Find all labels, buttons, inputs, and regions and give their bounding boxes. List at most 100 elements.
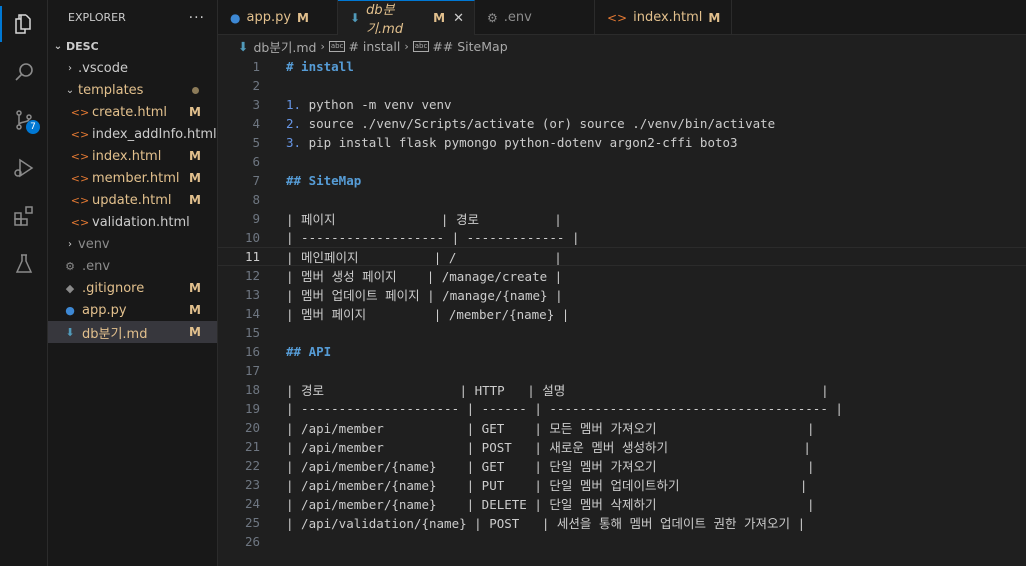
code-line[interactable]: 26 xyxy=(218,532,1026,551)
code-line[interactable]: 12 | 멤버 생성 페이지 | /manage/create | xyxy=(218,266,1026,285)
code-text: | 메인페이지 | / | xyxy=(286,250,562,265)
code-line[interactable]: 9 | 페이지 | 경로 | xyxy=(218,209,1026,228)
code-line[interactable]: 14 | 멤버 페이지 | /member/{name} | xyxy=(218,304,1026,323)
tree-file-update-html[interactable]: <> update.html M xyxy=(48,189,217,211)
code-line[interactable]: 23 | /api/member/{name} | PUT | 단일 멤버 업데이… xyxy=(218,475,1026,494)
tree-folder-venv[interactable]: › venv xyxy=(48,233,217,255)
tab-app-py[interactable]: ● app.py M xyxy=(218,0,338,35)
code-line[interactable]: 1 # install xyxy=(218,57,1026,76)
tree-file-create-html[interactable]: <> create.html M xyxy=(48,101,217,123)
tree-file-index-html[interactable]: <> index.html M xyxy=(48,145,217,167)
code-text: 1. python -m venv venv xyxy=(286,97,452,112)
breadcrumb-heading-2[interactable]: ## SiteMap xyxy=(432,39,507,54)
activity-bar: 7 xyxy=(0,0,48,566)
code-line[interactable]: 16 ## API xyxy=(218,342,1026,361)
line-number: 6 xyxy=(252,154,260,169)
git-status: M xyxy=(189,149,201,163)
code-line[interactable]: 8 xyxy=(218,190,1026,209)
git-status: M xyxy=(189,171,201,185)
html-file-icon: <> xyxy=(70,127,90,141)
git-status: M xyxy=(189,281,201,295)
tree-file-gitignore[interactable]: ◆ .gitignore M xyxy=(48,277,217,299)
search-icon[interactable] xyxy=(0,48,48,96)
markdown-file-icon: ⬇ xyxy=(65,325,75,339)
code-text: | 멤버 페이지 | /member/{name} | xyxy=(286,307,570,322)
tree-file-validation-html[interactable]: <> validation.html xyxy=(48,211,217,233)
tree-label: index_addInfo.html xyxy=(92,126,217,142)
testing-icon[interactable] xyxy=(0,240,48,288)
code-text: | /api/member/{name} | PUT | 단일 멤버 업데이트하… xyxy=(286,478,808,493)
line-number: 15 xyxy=(244,325,260,340)
workspace-root[interactable]: ⌄ DESC xyxy=(48,35,217,57)
tab-index-html[interactable]: <> index.html M xyxy=(595,0,732,35)
code-line[interactable]: 24 | /api/member/{name} | DELETE | 단일 멤버 … xyxy=(218,494,1026,513)
tree-file-db-md[interactable]: ⬇ db분기.md M xyxy=(48,321,217,343)
line-number: 4 xyxy=(252,116,260,131)
code-line[interactable]: 25 | /api/validation/{name} | POST | 세션을 … xyxy=(218,513,1026,532)
tree-folder-templates[interactable]: ⌄ templates xyxy=(48,79,217,101)
code-line[interactable]: 22 | /api/member/{name} | GET | 단일 멤버 가져오… xyxy=(218,456,1026,475)
tab-label: db분기.md xyxy=(366,3,404,37)
code-line[interactable]: 21 | /api/member | POST | 새로운 멤버 생성하기 | xyxy=(218,437,1026,456)
line-number: 10 xyxy=(244,230,260,245)
chevron-right-icon: › xyxy=(320,39,325,53)
line-number: 2 xyxy=(252,78,260,93)
code-line[interactable]: 10 | ------------------- | ------------- … xyxy=(218,228,1026,247)
code-text: | /api/member | GET | 모든 멤버 가져오기 | xyxy=(286,421,815,436)
tab-env[interactable]: ⚙ .env xyxy=(475,0,595,35)
tree-file-app-py[interactable]: ● app.py M xyxy=(48,299,217,321)
tree-folder-vscode[interactable]: › .vscode xyxy=(48,57,217,79)
code-text: | 멤버 업데이트 페이지 | /manage/{name} | xyxy=(286,288,563,303)
chevron-down-icon: ⌄ xyxy=(65,84,75,96)
code-line[interactable]: 2 xyxy=(218,76,1026,95)
tree-file-index-addinfo-html[interactable]: <> index_addInfo.html xyxy=(48,123,217,145)
extensions-icon[interactable] xyxy=(0,192,48,240)
line-number: 8 xyxy=(252,192,260,207)
code-line[interactable]: 7 ## SiteMap xyxy=(218,171,1026,190)
html-file-icon: <> xyxy=(70,215,90,229)
code-text: # install xyxy=(286,59,354,74)
html-file-icon: <> xyxy=(70,149,90,163)
tree-file-env[interactable]: ⚙ .env xyxy=(48,255,217,277)
run-debug-icon[interactable] xyxy=(0,144,48,192)
tab-label: index.html xyxy=(633,10,703,25)
code-line[interactable]: 13 | 멤버 업데이트 페이지 | /manage/{name} | xyxy=(218,285,1026,304)
line-number: 22 xyxy=(244,458,260,473)
code-line[interactable]: 19 | --------------------- | ------ | ---… xyxy=(218,399,1026,418)
code-text: | /api/member | POST | 새로운 멤버 생성하기 | xyxy=(286,440,811,455)
code-text: ## API xyxy=(286,344,332,359)
line-number: 19 xyxy=(244,401,260,416)
breadcrumb-file[interactable]: db분기.md xyxy=(253,37,316,56)
tree-label: member.html xyxy=(92,170,180,186)
code-line[interactable]: 4 2. source ./venv/Scripts/activate (or) … xyxy=(218,114,1026,133)
close-icon[interactable]: ✕ xyxy=(453,11,464,26)
source-control-icon[interactable]: 7 xyxy=(0,96,48,144)
tab-db-md[interactable]: ⬇ db분기.md M ✕ xyxy=(338,0,475,37)
tree-label: index.html xyxy=(92,148,162,164)
code-text: | ------------------- | ------------- | xyxy=(286,230,580,245)
code-line[interactable]: 6 xyxy=(218,152,1026,171)
explorer-icon[interactable] xyxy=(0,0,48,48)
code-line[interactable]: 17 xyxy=(218,361,1026,380)
tree-file-member-html[interactable]: <> member.html M xyxy=(48,167,217,189)
line-number: 1 xyxy=(252,59,260,74)
git-status: M xyxy=(189,325,201,339)
code-line[interactable]: 15 xyxy=(218,323,1026,342)
markdown-file-icon: ⬇ xyxy=(238,38,249,54)
tree-label: validation.html xyxy=(92,214,190,230)
more-actions-icon[interactable]: ··· xyxy=(189,10,205,26)
breadcrumb-heading-1[interactable]: # install xyxy=(348,39,400,54)
line-number: 12 xyxy=(244,268,260,283)
root-label: DESC xyxy=(66,39,99,53)
line-number: 7 xyxy=(252,173,260,188)
scm-badge: 7 xyxy=(26,120,40,134)
code-line[interactable]: 18 | 경로 | HTTP | 설명 | xyxy=(218,380,1026,399)
git-status: M xyxy=(189,193,201,207)
code-line[interactable]: 20 | /api/member | GET | 모든 멤버 가져오기 | xyxy=(218,418,1026,437)
line-number: 17 xyxy=(244,363,260,378)
code-line[interactable]: 3 1. python -m venv venv xyxy=(218,95,1026,114)
code-line[interactable]: 5 3. pip install flask pymongo python-dot… xyxy=(218,133,1026,152)
code-line[interactable]: 11 | 메인페이지 | / | xyxy=(218,247,1026,266)
line-number: 9 xyxy=(252,211,260,226)
code-editor[interactable]: 1 # install 2 3 1. python -m venv venv 4 2. so… xyxy=(218,57,1026,566)
